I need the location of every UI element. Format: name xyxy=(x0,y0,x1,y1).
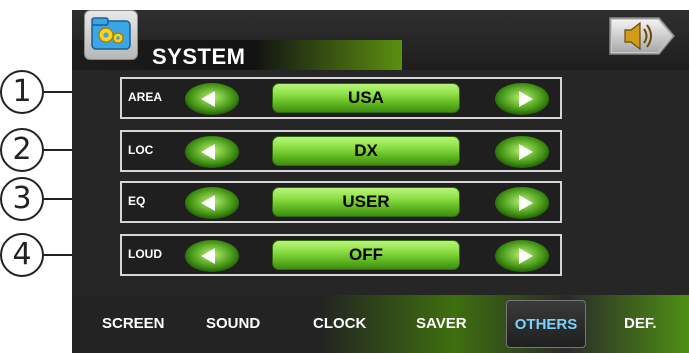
setting-label: EQ xyxy=(128,194,146,208)
tab-clock[interactable]: CLOCK xyxy=(313,315,366,332)
callout-number: 2 xyxy=(0,128,44,172)
speaker-icon[interactable] xyxy=(607,14,677,58)
page-title: SYSTEM xyxy=(152,44,246,69)
setting-label: AREA xyxy=(128,90,163,104)
next-arrow-icon[interactable] xyxy=(494,82,550,116)
previous-arrow-icon[interactable] xyxy=(184,82,240,116)
setting-value-button[interactable]: DX xyxy=(272,136,460,166)
previous-arrow-icon[interactable] xyxy=(184,239,240,273)
callout-2: 2 xyxy=(0,128,124,174)
tab-others[interactable]: OTHERS xyxy=(506,300,586,348)
setting-row-eq: EQ USER xyxy=(120,181,562,223)
next-arrow-icon[interactable] xyxy=(494,239,550,273)
callout-3: 3 xyxy=(0,177,124,223)
setting-row-area: AREA USA xyxy=(120,77,562,119)
setting-label: LOUD xyxy=(128,247,162,261)
setting-value-button[interactable]: USA xyxy=(272,83,460,113)
setting-row-loud: LOUD OFF xyxy=(120,234,562,276)
callout-number: 3 xyxy=(0,177,44,221)
previous-arrow-icon[interactable] xyxy=(184,135,240,169)
callout-1: 1 xyxy=(0,70,124,116)
callout-number: 4 xyxy=(0,233,44,277)
setting-row-loc: LOC DX xyxy=(120,130,562,172)
setting-value-button[interactable]: USER xyxy=(272,187,460,217)
next-arrow-icon[interactable] xyxy=(494,135,550,169)
system-settings-screen: SYSTEM AREA USA LOC DX EQ USER LOUD OFF … xyxy=(72,10,689,353)
tab-saver[interactable]: SAVER xyxy=(416,315,467,332)
setting-label: LOC xyxy=(128,143,154,157)
callout-4: 4 xyxy=(0,233,124,279)
tab-sound[interactable]: SOUND xyxy=(206,315,260,332)
bottom-tab-bar: SCREEN SOUND CLOCK SAVER OTHERS DEF. xyxy=(72,295,689,353)
tab-screen[interactable]: SCREEN xyxy=(102,315,165,332)
gear-folder-icon[interactable] xyxy=(84,10,138,60)
callout-number: 1 xyxy=(0,70,44,114)
previous-arrow-icon[interactable] xyxy=(184,186,240,220)
tab-def[interactable]: DEF. xyxy=(624,315,657,332)
setting-value-button[interactable]: OFF xyxy=(272,240,460,270)
next-arrow-icon[interactable] xyxy=(494,186,550,220)
tab-label: OTHERS xyxy=(514,316,578,333)
